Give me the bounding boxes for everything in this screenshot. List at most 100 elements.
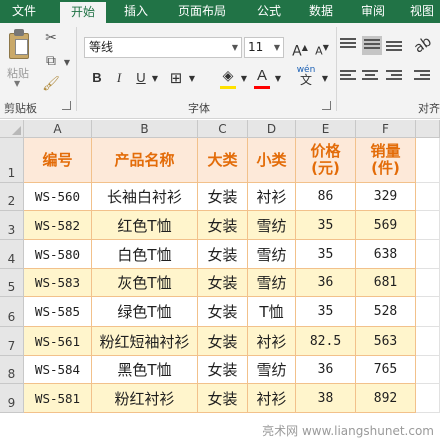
row-header-5[interactable]: 5 bbox=[0, 269, 24, 297]
copy-dropdown-icon[interactable]: ▼ bbox=[58, 54, 76, 72]
column-header-e[interactable]: E bbox=[296, 120, 356, 138]
column-header-b[interactable]: B bbox=[92, 120, 198, 138]
cell-subcategory[interactable]: 雪纺 bbox=[248, 269, 296, 297]
empty-cell[interactable] bbox=[416, 240, 440, 269]
empty-cell[interactable] bbox=[416, 356, 440, 384]
cell-category[interactable]: 女装 bbox=[198, 384, 248, 413]
cell-sales[interactable]: 563 bbox=[356, 327, 416, 356]
cell-subcategory[interactable]: 衬衫 bbox=[248, 183, 296, 211]
empty-cell[interactable] bbox=[416, 327, 440, 356]
cell-product-name[interactable]: 灰色T恤 bbox=[92, 269, 198, 297]
empty-cell[interactable] bbox=[416, 384, 440, 413]
fill-color-icon[interactable]: ◈ bbox=[218, 67, 238, 85]
cell-subcategory[interactable]: 雪纺 bbox=[248, 240, 296, 269]
font-color-dropdown-icon[interactable]: ▼ bbox=[273, 70, 283, 88]
cell-sales[interactable]: 329 bbox=[356, 183, 416, 211]
cell-category[interactable]: 女装 bbox=[198, 327, 248, 356]
row-header-8[interactable]: 8 bbox=[0, 356, 24, 384]
cell-category[interactable]: 女装 bbox=[198, 356, 248, 384]
phonetic-guide-icon[interactable]: wén 文 bbox=[292, 65, 320, 86]
cell-sales[interactable]: 892 bbox=[356, 384, 416, 413]
italic-icon[interactable]: I bbox=[110, 69, 128, 87]
cell-price[interactable]: 36 bbox=[296, 269, 356, 297]
font-color-icon[interactable]: A bbox=[252, 67, 272, 85]
header-cell-price[interactable]: 价格 (元) bbox=[296, 138, 356, 183]
cell-category[interactable]: 女装 bbox=[198, 297, 248, 327]
cell-subcategory[interactable]: 衬衫 bbox=[248, 384, 296, 413]
font-launcher-icon[interactable] bbox=[322, 101, 331, 110]
cell-category[interactable]: 女装 bbox=[198, 183, 248, 211]
empty-cell[interactable] bbox=[416, 269, 440, 297]
cell-product-name[interactable]: 白色T恤 bbox=[92, 240, 198, 269]
cell-subcategory[interactable]: 衬衫 bbox=[248, 327, 296, 356]
cell-sales[interactable]: 569 bbox=[356, 211, 416, 240]
header-cell-category[interactable]: 大类 bbox=[198, 138, 248, 183]
row-header-7[interactable]: 7 bbox=[0, 327, 24, 356]
bottom-align-icon[interactable] bbox=[386, 41, 406, 57]
column-header-g[interactable] bbox=[416, 120, 440, 138]
header-cell-subcategory[interactable]: 小类 bbox=[248, 138, 296, 183]
cell-code[interactable]: WS-560 bbox=[24, 183, 92, 211]
tab-insert[interactable]: 插入 bbox=[112, 0, 160, 23]
cell-code[interactable]: WS-580 bbox=[24, 240, 92, 269]
decrease-indent-icon[interactable] bbox=[414, 70, 434, 86]
middle-align-icon[interactable] bbox=[362, 36, 382, 55]
cell-sales[interactable]: 765 bbox=[356, 356, 416, 384]
cell-code[interactable]: WS-584 bbox=[24, 356, 92, 384]
align-left-icon[interactable] bbox=[340, 70, 360, 86]
paste-button[interactable] bbox=[6, 29, 32, 61]
empty-cell[interactable] bbox=[416, 297, 440, 327]
increase-font-size-icon[interactable]: A▲ bbox=[290, 39, 310, 60]
header-cell-code[interactable]: 编号 bbox=[24, 138, 92, 183]
cell-subcategory[interactable]: 雪纺 bbox=[248, 211, 296, 240]
align-center-icon[interactable] bbox=[362, 70, 382, 86]
cell-category[interactable]: 女装 bbox=[198, 269, 248, 297]
cell-subcategory[interactable]: 雪纺 bbox=[248, 356, 296, 384]
tab-home[interactable]: 开始 bbox=[60, 2, 106, 23]
cell-sales[interactable]: 681 bbox=[356, 269, 416, 297]
tab-view[interactable]: 视图 bbox=[402, 0, 440, 23]
cell-sales[interactable]: 638 bbox=[356, 240, 416, 269]
column-header-c[interactable]: C bbox=[198, 120, 248, 138]
row-header-2[interactable]: 2 bbox=[0, 183, 24, 211]
align-right-icon[interactable] bbox=[386, 70, 406, 86]
cell-product-name[interactable]: 粉红衬衫 bbox=[92, 384, 198, 413]
column-header-f[interactable]: F bbox=[356, 120, 416, 138]
cell-product-name[interactable]: 红色T恤 bbox=[92, 211, 198, 240]
row-header-3[interactable]: 3 bbox=[0, 211, 24, 240]
row-header-1[interactable]: 1 bbox=[0, 138, 24, 183]
bold-icon[interactable]: B bbox=[88, 69, 106, 87]
column-header-a[interactable]: A bbox=[24, 120, 92, 138]
empty-cell[interactable] bbox=[416, 138, 440, 183]
cell-code[interactable]: WS-582 bbox=[24, 211, 92, 240]
cell-category[interactable]: 女装 bbox=[198, 211, 248, 240]
borders-icon[interactable]: ⊞ bbox=[166, 69, 186, 87]
underline-dropdown-icon[interactable]: ▼ bbox=[150, 70, 160, 88]
phonetic-dropdown-icon[interactable]: ▼ bbox=[320, 70, 330, 88]
cell-product-name[interactable]: 粉红短袖衬衫 bbox=[92, 327, 198, 356]
underline-icon[interactable]: U bbox=[132, 69, 150, 87]
empty-cell[interactable] bbox=[416, 211, 440, 240]
cell-code[interactable]: WS-561 bbox=[24, 327, 92, 356]
select-all-corner[interactable] bbox=[0, 120, 24, 138]
top-align-icon[interactable] bbox=[340, 38, 360, 54]
cell-sales[interactable]: 528 bbox=[356, 297, 416, 327]
tab-file[interactable]: 文件 bbox=[0, 0, 48, 23]
borders-dropdown-icon[interactable]: ▼ bbox=[187, 70, 197, 88]
empty-cell[interactable] bbox=[416, 183, 440, 211]
tab-review[interactable]: 审阅 bbox=[350, 0, 396, 23]
cell-price[interactable]: 35 bbox=[296, 211, 356, 240]
cell-code[interactable]: WS-583 bbox=[24, 269, 92, 297]
cut-icon[interactable]: ✂ bbox=[42, 29, 60, 47]
tab-page-layout[interactable]: 页面布局 bbox=[168, 0, 236, 23]
cell-code[interactable]: WS-585 bbox=[24, 297, 92, 327]
decrease-font-size-icon[interactable]: A▼ bbox=[312, 39, 332, 58]
cell-product-name[interactable]: 黑色T恤 bbox=[92, 356, 198, 384]
clipboard-launcher-icon[interactable] bbox=[62, 101, 71, 110]
cell-price[interactable]: 38 bbox=[296, 384, 356, 413]
fill-color-dropdown-icon[interactable]: ▼ bbox=[239, 70, 249, 88]
column-header-d[interactable]: D bbox=[248, 120, 296, 138]
orientation-icon[interactable]: ab bbox=[409, 31, 437, 58]
cell-price[interactable]: 36 bbox=[296, 356, 356, 384]
header-cell-product-name[interactable]: 产品名称 bbox=[92, 138, 198, 183]
